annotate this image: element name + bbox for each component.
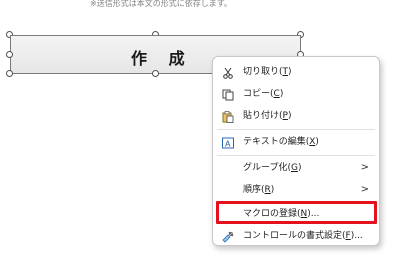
menu-item-label: テキストの編集(X) — [243, 137, 319, 147]
menu-item-label: コピー(C) — [243, 89, 284, 99]
selection-handle[interactable] — [6, 70, 13, 77]
note-text: ※送信形式は本文の形式に依存します。 — [90, 0, 232, 8]
highlight-annotation — [216, 201, 377, 224]
text-edit-icon: A — [222, 136, 234, 149]
menu-item-label: 貼り付け(P) — [243, 111, 292, 121]
menu-item-edit-text[interactable]: A テキストの編集(X) — [213, 131, 379, 153]
scissors-icon — [222, 66, 234, 79]
chevron-right-icon: > — [360, 184, 369, 195]
menu-item-order[interactable]: 順序(R) > — [213, 179, 379, 201]
menu-item-label: コントロールの書式設定(F)... — [243, 231, 363, 241]
form-button-label: 作 成 — [131, 49, 193, 68]
selection-handle[interactable] — [152, 70, 159, 77]
paste-icon — [222, 110, 234, 123]
format-control-icon — [222, 230, 234, 243]
menu-item-group[interactable]: グループ化(G) > — [213, 157, 379, 179]
selection-handle[interactable] — [6, 51, 13, 58]
menu-item-label: 切り取り(T) — [243, 67, 292, 77]
menu-item-format-control[interactable]: コントロールの書式設定(F)... — [213, 225, 379, 247]
menu-separator — [217, 129, 375, 130]
menu-item-label: グループ化(G) — [243, 163, 302, 173]
menu-item-copy[interactable]: コピー(C) — [213, 83, 379, 105]
chevron-right-icon: > — [360, 162, 369, 173]
menu-item-label: 順序(R) — [243, 185, 275, 195]
svg-text:A: A — [225, 140, 231, 149]
menu-item-paste[interactable]: 貼り付け(P) — [213, 105, 379, 127]
menu-item-cut[interactable]: 切り取り(T) — [213, 61, 379, 83]
menu-separator — [217, 155, 375, 156]
copy-icon — [222, 88, 234, 101]
